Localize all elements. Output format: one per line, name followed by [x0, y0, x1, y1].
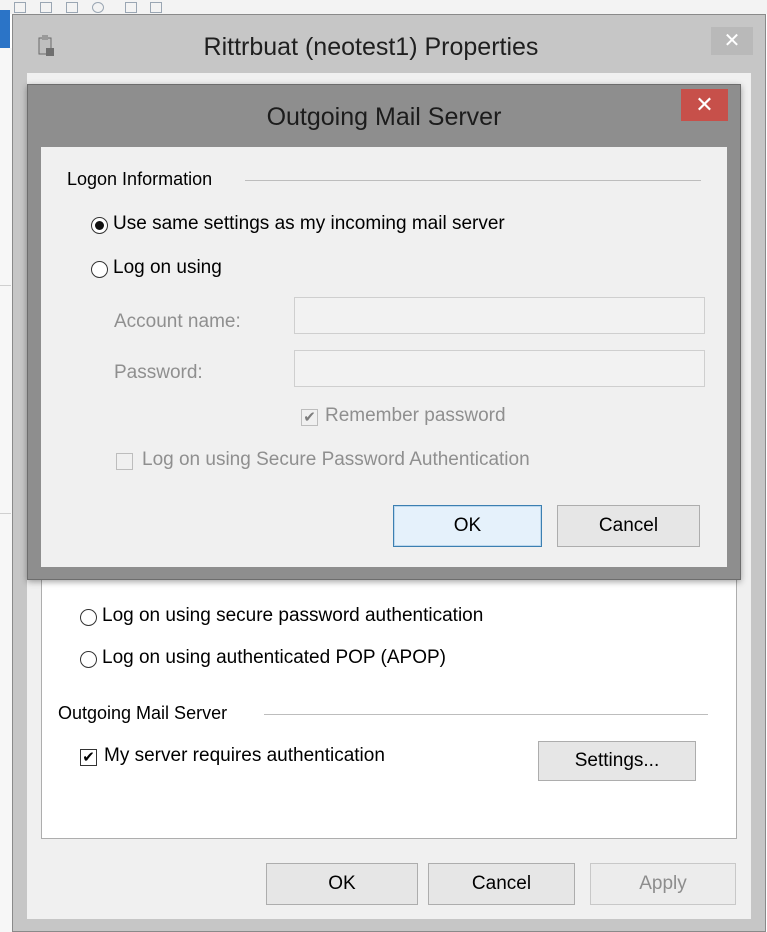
remember-password-label: Remember password — [325, 405, 506, 426]
outgoing-mail-server-dialog: Outgoing Mail Server ✕ Logon Information… — [27, 84, 741, 580]
close-icon: ✕ — [695, 92, 714, 117]
properties-title: Rittrbuat (neotest1) Properties — [13, 15, 765, 73]
password-label: Password: — [114, 362, 203, 383]
dialog-ok-button[interactable]: OK — [393, 505, 542, 547]
log-on-using-label: Log on using — [113, 257, 222, 278]
checkmark-icon: ✔ — [82, 749, 95, 766]
secure-password-auth-label: Log on using secure password authenticat… — [102, 605, 484, 626]
background-accent — [0, 10, 10, 48]
outgoing-group-title: Outgoing Mail Server — [58, 703, 228, 723]
background-strip — [0, 48, 12, 932]
account-name-label: Account name: — [114, 311, 241, 332]
properties-title-text: Rittrbuat (neotest1) Properties — [203, 33, 539, 61]
dialog-close-button[interactable]: ✕ — [681, 89, 728, 121]
remember-password-checkbox[interactable]: ✔ — [301, 409, 318, 426]
dialog-client-area: Logon Information Use same settings as m… — [41, 147, 727, 567]
checkmark-icon: ✔ — [303, 409, 316, 426]
group-divider — [264, 714, 708, 715]
toolbar-icon — [92, 2, 104, 13]
properties-close-button[interactable]: ✕ — [711, 27, 753, 55]
security-settings-panel: Log on using secure password authenticat… — [41, 573, 737, 839]
log-on-using-radio[interactable] — [91, 261, 108, 278]
background-toolbar — [0, 0, 767, 14]
toolbar-icon — [14, 2, 26, 13]
settings-button[interactable]: Settings... — [538, 741, 696, 781]
secure-password-auth-radio[interactable] — [80, 609, 97, 626]
spa-checkbox[interactable] — [116, 453, 133, 470]
account-name-field[interactable] — [294, 297, 705, 334]
toolbar-icon — [150, 2, 162, 13]
group-divider — [245, 180, 701, 181]
dialog-title: Outgoing Mail Server — [266, 103, 502, 131]
toolbar-icon — [40, 2, 52, 13]
properties-ok-button[interactable]: OK — [266, 863, 418, 905]
close-icon: ✕ — [723, 30, 741, 52]
spa-label: Log on using Secure Password Authenticat… — [142, 449, 530, 470]
toolbar-icon — [125, 2, 137, 13]
same-settings-label: Use same settings as my incoming mail se… — [113, 213, 505, 234]
toolbar-icon — [66, 2, 78, 13]
requires-auth-checkbox[interactable]: ✔ — [80, 749, 97, 766]
background-divider — [0, 285, 11, 286]
properties-cancel-button[interactable]: Cancel — [428, 863, 575, 905]
dialog-cancel-button[interactable]: Cancel — [557, 505, 700, 547]
apop-auth-radio[interactable] — [80, 651, 97, 668]
same-settings-radio[interactable] — [91, 217, 108, 234]
apop-auth-label: Log on using authenticated POP (APOP) — [102, 647, 446, 668]
requires-auth-label: My server requires authentication — [104, 745, 385, 766]
password-field[interactable] — [294, 350, 705, 387]
logon-group-title: Logon Information — [67, 169, 213, 189]
background-divider — [0, 513, 11, 514]
apply-button[interactable]: Apply — [590, 863, 736, 905]
